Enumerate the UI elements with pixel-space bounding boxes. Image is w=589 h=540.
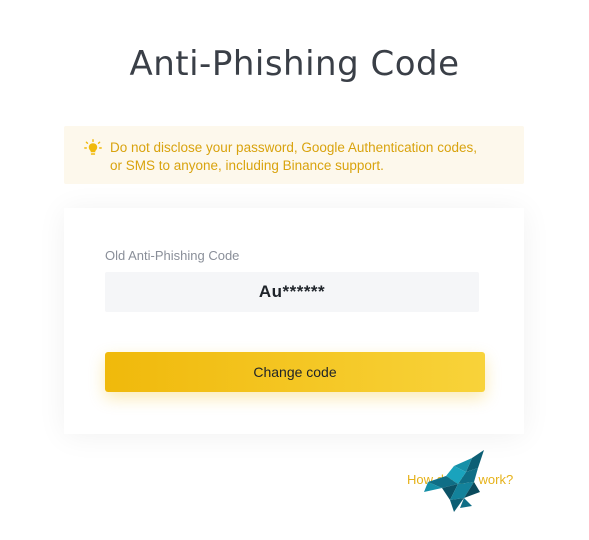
- anti-phishing-page: Anti-Phishing Code Do not disclose your …: [0, 0, 589, 540]
- old-code-label: Old Anti-Phishing Code: [105, 248, 240, 263]
- old-code-value: Au******: [258, 282, 326, 301]
- anti-phishing-card: Old Anti-Phishing Code Au****** Change c…: [64, 208, 524, 434]
- warning-text: Do not disclose your password, Google Au…: [110, 139, 510, 175]
- warning-banner: Do not disclose your password, Google Au…: [64, 126, 524, 184]
- geometric-wolf-logo-icon: [424, 450, 484, 512]
- old-code-display: Au******: [105, 272, 479, 312]
- change-code-button[interactable]: Change code: [105, 352, 485, 392]
- warning-line-2: or SMS to anyone, including Binance supp…: [110, 158, 384, 173]
- page-title: Anti-Phishing Code: [129, 44, 460, 84]
- lightbulb-icon: [84, 139, 102, 155]
- warning-line-1: Do not disclose your password, Google Au…: [110, 140, 477, 155]
